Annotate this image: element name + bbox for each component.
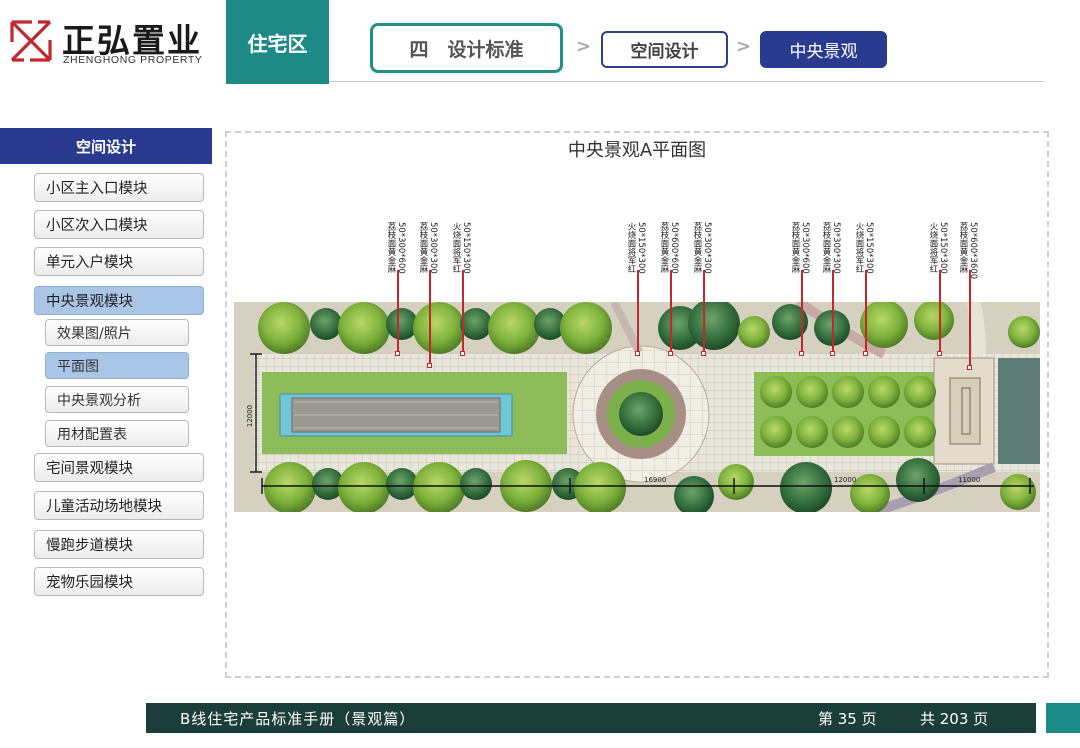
section-tab[interactable]: 住宅区	[226, 0, 329, 84]
footer-accent	[1046, 703, 1080, 733]
material-name: 火烧面将军红	[451, 222, 461, 273]
logo-mark-icon	[10, 20, 52, 62]
material-name: 荔枝面黄金麻	[659, 222, 669, 273]
chevron-right-icon: >	[736, 36, 752, 57]
callout-leader-line	[637, 270, 639, 354]
sidebar-item-secondary-entrance[interactable]: 小区次入口模块	[34, 210, 204, 239]
callout-marker	[427, 363, 432, 368]
callout-marker	[635, 351, 640, 356]
sidebar-item-main-entrance[interactable]: 小区主入口模块	[34, 173, 204, 202]
callout-leader-line	[397, 270, 399, 354]
callout-marker	[668, 351, 673, 356]
sidebar-subitem-plan[interactable]: 平面图	[45, 352, 189, 379]
material-name: 荔枝面黄金麻	[692, 222, 702, 273]
breadcrumb-chapter[interactable]: 四 设计标准	[370, 23, 563, 73]
material-note: 50*300*600 荔枝面黄金麻	[386, 222, 406, 274]
material-spec: 50*300*600	[800, 222, 810, 274]
material-spec: 50*150*300	[636, 222, 646, 274]
footer-bar: B线住宅产品标准手册（景观篇） 第 35 页 共 203 页	[146, 703, 1036, 733]
breadcrumb-current[interactable]: 中央景观	[760, 31, 887, 68]
dimension-label: 11000	[958, 476, 981, 484]
total-pages: 共 203 页	[920, 710, 989, 728]
dimension-label: 12000	[834, 476, 857, 484]
chevron-right-icon: >	[576, 36, 592, 57]
material-note: 50*150*300 火烧面将军红	[451, 222, 471, 274]
callout-leader-line	[801, 270, 803, 354]
callout-marker	[937, 351, 942, 356]
material-spec: 50*150*300	[864, 222, 874, 274]
material-spec: 50*300*300	[702, 222, 712, 274]
material-note: 50*300*600 荔枝面黄金麻	[790, 222, 810, 274]
sidebar-item-playground[interactable]: 儿童活动场地模块	[34, 491, 204, 520]
material-spec: 50*300*600	[396, 222, 406, 274]
company-logo: 正弘置业 ZHENGHONG PROPERTY	[8, 14, 223, 70]
material-note: 50*150*300 火烧面将军红	[626, 222, 646, 274]
material-note: 50*300*300 荔枝面黄金麻	[821, 222, 841, 274]
sidebar-item-between-buildings[interactable]: 宅间景观模块	[34, 453, 204, 482]
sidebar-item-jogging-path[interactable]: 慢跑步道模块	[34, 530, 204, 559]
sidebar-heading: 空间设计	[0, 128, 212, 164]
dimension-label: 16900	[644, 476, 667, 484]
material-name: 荔枝面黄金麻	[790, 222, 800, 273]
callout-marker	[967, 365, 972, 370]
sidebar-subitem-analysis[interactable]: 中央景观分析	[45, 386, 189, 413]
material-note: 50*150*300 火烧面将军红	[928, 222, 948, 274]
sidebar-subitem-materials[interactable]: 用材配置表	[45, 420, 189, 447]
material-spec: 50*600*3600	[968, 222, 978, 280]
material-name: 火烧面将军红	[626, 222, 636, 273]
material-note: 50*600*600 荔枝面黄金麻	[659, 222, 679, 274]
footer-title: B线住宅产品标准手册（景观篇）	[180, 710, 416, 728]
material-spec: 50*300*300	[831, 222, 841, 274]
sidebar-item-unit-entry[interactable]: 单元入户模块	[34, 247, 204, 276]
material-name: 荔枝面黄金麻	[958, 222, 968, 273]
material-spec: 50*300*300	[428, 222, 438, 274]
sidebar-subitem-renderings[interactable]: 效果图/照片	[45, 319, 189, 346]
callout-leader-line	[939, 270, 941, 354]
callout-leader-line	[969, 270, 971, 368]
material-note: 50*600*3600 荔枝面黄金麻	[958, 222, 978, 279]
material-name: 火烧面将军红	[928, 222, 938, 273]
material-name: 荔枝面黄金麻	[418, 222, 428, 273]
callout-marker	[701, 351, 706, 356]
callout-leader-line	[865, 270, 867, 354]
callout-leader-line	[462, 270, 464, 354]
sidebar-item-central-landscape[interactable]: 中央景观模块	[34, 286, 204, 315]
header-divider	[329, 81, 1044, 82]
breadcrumb-space-design[interactable]: 空间设计	[601, 31, 728, 68]
dimension-label: 12000	[246, 404, 255, 428]
material-spec: 50*150*300	[461, 222, 471, 274]
brand-name-en: ZHENGHONG PROPERTY	[63, 54, 203, 66]
callout-marker	[799, 351, 804, 356]
plan-title: 中央景观A平面图	[567, 140, 707, 161]
callout-leader-line	[670, 270, 672, 354]
page-number: 第 35 页	[818, 710, 877, 728]
material-name: 荔枝面黄金麻	[386, 222, 396, 273]
material-note: 50*300*300 荔枝面黄金麻	[692, 222, 712, 274]
callout-marker	[830, 351, 835, 356]
callout-marker	[863, 351, 868, 356]
material-spec: 50*150*300	[938, 222, 948, 274]
callout-leader-line	[832, 270, 834, 354]
material-name: 荔枝面黄金麻	[821, 222, 831, 273]
material-note: 50*300*300 荔枝面黄金麻	[418, 222, 438, 274]
material-note: 50*150*300 火烧面将军红	[854, 222, 874, 274]
sidebar-item-pet-park[interactable]: 宠物乐园模块	[34, 567, 204, 596]
material-spec: 50*600*600	[669, 222, 679, 274]
callout-leader-line	[429, 270, 431, 366]
callout-leader-line	[703, 270, 705, 354]
callout-marker	[460, 351, 465, 356]
material-name: 火烧面将军红	[854, 222, 864, 273]
callout-marker	[395, 351, 400, 356]
